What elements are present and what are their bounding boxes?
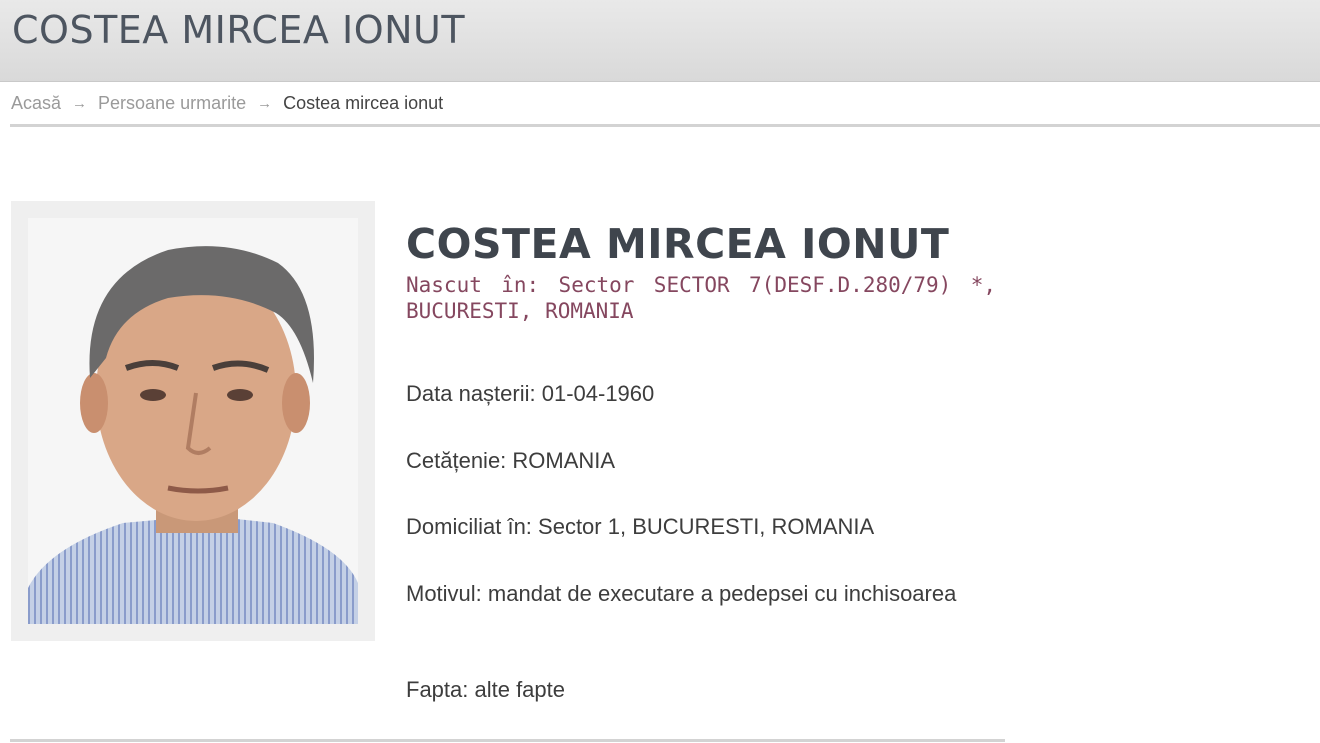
page-title: COSTEA MIRCEA IONUT	[12, 8, 466, 52]
person-name: COSTEA MIRCEA IONUT	[406, 220, 950, 268]
breadcrumb-arrow-icon: →	[72, 94, 88, 112]
divider	[10, 124, 1320, 127]
offense-field: Fapta: alte fapte	[406, 677, 565, 702]
divider	[10, 739, 1005, 742]
birthdate-field: Data nașterii: 01-04-1960	[406, 381, 655, 406]
person-photo	[28, 218, 358, 624]
reason-field: Motivul: mandat de executare a pedepsei …	[406, 581, 957, 606]
person-silhouette-icon	[28, 218, 358, 624]
breadcrumb: Acasă → Persoane urmarite → Costea mirce…	[11, 92, 443, 114]
breadcrumb-current: Costea mircea ionut	[283, 92, 444, 113]
photo-frame	[11, 201, 375, 641]
citizenship-field: Cetățenie: ROMANIA	[406, 448, 616, 473]
breadcrumb-arrow-icon: →	[257, 94, 273, 112]
breadcrumb-home-link[interactable]: Acasă	[11, 93, 61, 114]
domicile-field: Domiciliat în: Sector 1, BUCURESTI, ROMA…	[406, 514, 875, 539]
page-header: COSTEA MIRCEA IONUT	[0, 0, 1320, 82]
breadcrumb-wanted-persons-link[interactable]: Persoane urmarite	[98, 93, 246, 114]
birthplace-text: Nascut în: Sector SECTOR 7(DESF.D.280/79…	[406, 273, 996, 323]
